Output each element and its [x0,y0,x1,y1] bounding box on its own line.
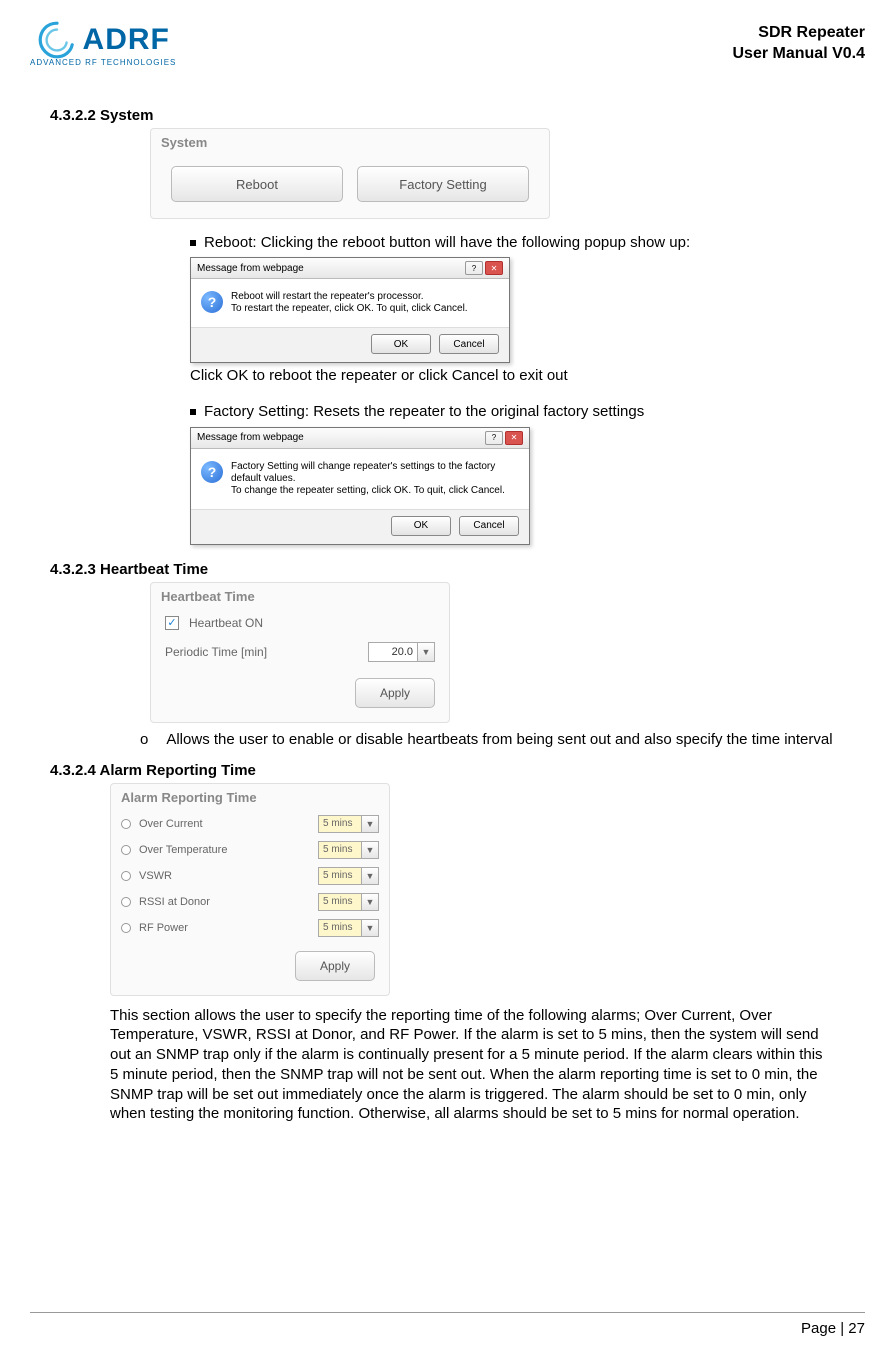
factory-popup-title: Message from webpage [197,432,304,443]
bullet-icon [190,240,196,246]
reboot-popup-title: Message from webpage [197,263,304,274]
radio-icon[interactable] [121,845,131,855]
alarm-value[interactable]: 5 mins [318,919,362,937]
factory-popup: Message from webpage ? ✕ ? Factory Setti… [190,427,530,545]
factory-popup-line2: To change the repeater setting, click OK… [231,485,519,497]
heartbeat-checkbox[interactable]: ✓ [165,616,179,630]
radio-icon[interactable] [121,819,131,829]
reboot-popup-text: Reboot will restart the repeater's proce… [231,291,468,315]
info-icon: ? [201,291,223,313]
reboot-popup: Message from webpage ? ✕ ? Reboot will r… [190,257,510,363]
heartbeat-apply-button[interactable]: Apply [355,678,435,708]
alarm-label: RF Power [139,922,188,934]
dropdown-arrow-icon[interactable]: ▼ [361,867,379,885]
bullet-marker: o [140,731,148,748]
factory-setting-button[interactable]: Factory Setting [357,166,529,202]
alarm-value[interactable]: 5 mins [318,867,362,885]
alarm-row-over-temperature: Over Temperature 5 mins▼ [111,837,389,863]
dropdown-arrow-icon[interactable]: ▼ [361,919,379,937]
logo-subtitle: ADVANCED RF TECHNOLOGIES [30,58,176,67]
factory-popup-line1: Factory Setting will change repeater's s… [231,461,519,485]
page-header: ADRF ADVANCED RF TECHNOLOGIES SDR Repeat… [30,20,865,75]
reboot-popup-line1: Reboot will restart the repeater's proce… [231,291,468,303]
alarm-label: Over Temperature [139,844,227,856]
reboot-after-text: Click OK to reboot the repeater or click… [190,367,845,384]
heartbeat-bullet: o Allows the user to enable or disable he… [140,731,845,748]
heartbeat-panel-title: Heartbeat Time [151,583,449,610]
alarm-label: Over Current [139,818,203,830]
popup-close-icon[interactable]: ✕ [485,261,503,275]
alarm-label: RSSI at Donor [139,896,210,908]
system-panel: System Reboot Factory Setting [150,128,550,219]
alarm-panel-title: Alarm Reporting Time [111,784,389,811]
reboot-popup-cancel-button[interactable]: Cancel [439,334,499,354]
alarm-paragraph: This section allows the user to specify … [110,1006,835,1125]
heading-system: 4.3.2.2 System [50,107,845,124]
doc-title-line1: SDR Repeater [733,23,866,44]
radio-icon[interactable] [121,923,131,933]
alarm-row-rssi-donor: RSSI at Donor 5 mins▼ [111,889,389,915]
factory-popup-ok-button[interactable]: OK [391,516,451,536]
popup-help-icon[interactable]: ? [465,261,483,275]
reboot-button[interactable]: Reboot [171,166,343,202]
bullet-icon [190,409,196,415]
dropdown-arrow-icon[interactable]: ▼ [361,841,379,859]
factory-popup-text: Factory Setting will change repeater's s… [231,461,519,497]
alarm-panel: Alarm Reporting Time Over Current 5 mins… [110,783,390,996]
reboot-popup-line2: To restart the repeater, click OK. To qu… [231,303,468,315]
doc-title: SDR Repeater User Manual V0.4 [733,23,866,65]
alarm-value[interactable]: 5 mins [318,815,362,833]
popup-close-icon[interactable]: ✕ [505,431,523,445]
alarm-value[interactable]: 5 mins [318,893,362,911]
factory-popup-cancel-button[interactable]: Cancel [459,516,519,536]
periodic-time-input[interactable] [368,642,418,662]
dropdown-arrow-icon[interactable]: ▼ [361,815,379,833]
factory-bullet: Factory Setting: Resets the repeater to … [190,402,845,422]
periodic-time-label: Periodic Time [min] [165,645,267,659]
logo-text: ADRF [83,23,170,57]
factory-bullet-text: Factory Setting: Resets the repeater to … [204,403,644,420]
reboot-bullet: Reboot: Clicking the reboot button will … [190,233,845,253]
alarm-label: VSWR [139,870,172,882]
radio-icon[interactable] [121,897,131,907]
reboot-popup-ok-button[interactable]: OK [371,334,431,354]
reboot-bullet-text: Reboot: Clicking the reboot button will … [204,234,690,251]
logo-swirl-icon [37,20,77,60]
heartbeat-panel: Heartbeat Time ✓ Heartbeat ON Periodic T… [150,582,450,723]
info-icon: ? [201,461,223,483]
alarm-row-over-current: Over Current 5 mins▼ [111,811,389,837]
heartbeat-checkbox-label: Heartbeat ON [189,616,263,630]
alarm-row-vswr: VSWR 5 mins▼ [111,863,389,889]
dropdown-arrow-icon[interactable]: ▼ [361,893,379,911]
alarm-apply-button[interactable]: Apply [295,951,375,981]
logo: ADRF ADVANCED RF TECHNOLOGIES [30,20,176,67]
popup-help-icon[interactable]: ? [485,431,503,445]
radio-icon[interactable] [121,871,131,881]
heartbeat-bullet-text: Allows the user to enable or disable hea… [166,731,832,748]
system-panel-title: System [151,129,549,156]
heading-alarm: 4.3.2.4 Alarm Reporting Time [50,762,845,779]
alarm-value[interactable]: 5 mins [318,841,362,859]
heading-heartbeat: 4.3.2.3 Heartbeat Time [50,561,845,578]
alarm-row-rf-power: RF Power 5 mins▼ [111,915,389,941]
page-number: Page | 27 [801,1320,865,1337]
doc-title-line2: User Manual V0.4 [733,44,866,65]
dropdown-arrow-icon[interactable]: ▼ [417,642,435,662]
footer-divider [30,1312,865,1313]
